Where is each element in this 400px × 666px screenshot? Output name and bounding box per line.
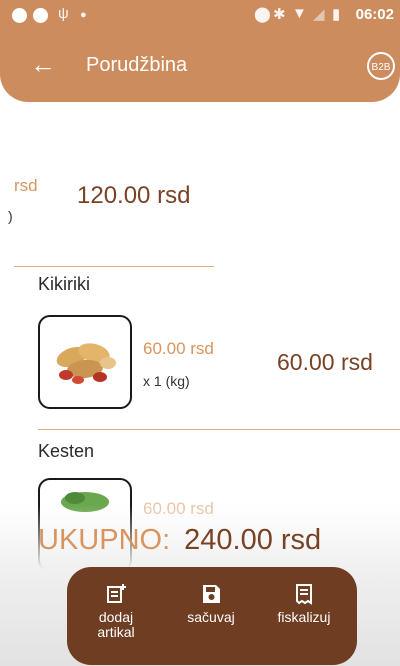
total-value: 240.00 rsd [184,524,322,556]
usb-icon: ψ [58,5,69,22]
status-bar: ψ ● ⬤ ✱ ▼ ◢ ▮ 06:02 [0,0,400,36]
wifi-icon: ▼ [292,5,307,22]
record-icon: ● [80,9,87,21]
order-total: UKUPNO: 240.00 rsd [38,524,321,557]
b2b-badge[interactable]: B2B [367,52,395,80]
signal-icon: ◢ [313,6,325,23]
bluetooth-icon: ✱ [273,6,286,23]
item-unit-price: rsd [14,176,38,195]
battery-icon: ▮ [332,6,341,23]
fiscalize-button[interactable]: fiskalizuj [264,583,344,625]
clock: 06:02 [355,6,394,23]
item-divider [38,429,400,430]
add-item-label-line2: artikal [97,624,135,640]
item-divider [14,266,214,267]
item-image-peanuts[interactable] [38,315,132,409]
item-quantity: x 1 (kg) [143,373,190,389]
item-name: Kesten [38,441,95,461]
peanuts-image [56,343,116,384]
item-total: 60.00 rsd [277,349,373,375]
receipt-icon [296,584,312,605]
add-item-button[interactable]: dodaj artikal [81,583,151,640]
item-quantity: ) [8,208,13,224]
total-label: UKUPNO: [38,524,171,556]
notification-dot-icon [33,8,48,23]
fiscalize-label: fiskalizuj [277,609,331,625]
add-item-label-line1: dodaj [98,609,134,625]
item-name: Kikiriki [38,274,90,294]
item-total: 120.00 rsd [77,182,191,209]
page-title: Porudžbina [86,54,188,76]
save-label: sačuvaj [187,609,235,625]
action-bar: dodaj artikal sačuvaj fiskalizuj [67,567,357,665]
back-arrow-icon[interactable]: ← [30,51,56,77]
add-note-icon [107,584,126,603]
notification-dot-icon [12,8,27,23]
app-header: ψ ● ⬤ ✱ ▼ ◢ ▮ 06:02 ← Porudžbina B2B [0,0,400,102]
save-icon [203,585,220,603]
item-unit-price: 60.00 rsd [143,339,214,358]
save-button[interactable]: sačuvaj [171,583,251,625]
location-icon: ⬤ [254,6,271,23]
